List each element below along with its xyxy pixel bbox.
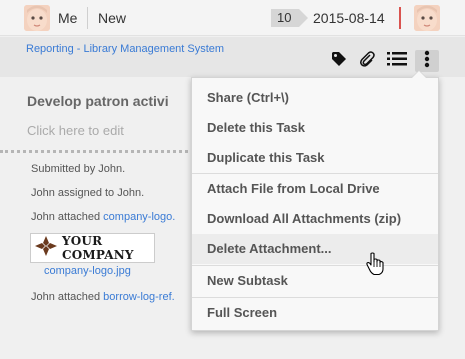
- activity-text: John attached: [31, 211, 104, 223]
- user-avatar[interactable]: [24, 5, 50, 31]
- more-options-menu: Share (Ctrl+\) Delete this Task Duplicat…: [191, 70, 439, 331]
- count-badge: 10: [271, 9, 310, 27]
- activity-assigned: John assigned to John.: [31, 187, 145, 199]
- attachment-link[interactable]: company-logo.: [103, 211, 175, 223]
- menu-item-new-subtask[interactable]: New Subtask: [192, 266, 438, 296]
- description-placeholder[interactable]: Click here to edit: [27, 123, 124, 138]
- activity-submitted: Submitted by John.: [31, 163, 126, 175]
- activity-attached-2: John attached borrow-log-ref.: [31, 291, 175, 303]
- divider: [87, 7, 88, 29]
- paperclip-icon: [358, 50, 376, 73]
- tag-button[interactable]: [327, 50, 351, 72]
- assignee-avatar[interactable]: [414, 5, 440, 31]
- attachment-thumbnail[interactable]: YOUR COMPANY: [30, 233, 155, 263]
- attachment-filename[interactable]: company-logo.jpg: [44, 265, 131, 277]
- breadcrumb[interactable]: Reporting - Library Management System: [26, 43, 224, 55]
- me-label[interactable]: Me: [58, 10, 77, 26]
- menu-item-delete-attachment[interactable]: Delete Attachment...: [192, 234, 438, 264]
- menu-item-full-screen[interactable]: Full Screen: [192, 298, 438, 328]
- tag-icon: [331, 51, 347, 72]
- dotted-separator: [0, 150, 200, 153]
- activity-attached: John attached company-logo.: [31, 211, 175, 223]
- attachment-link[interactable]: borrow-log-ref.: [103, 291, 175, 303]
- menu-item-share[interactable]: Share (Ctrl+\): [192, 83, 438, 113]
- menu-item-download-attachments[interactable]: Download All Attachments (zip): [192, 204, 438, 234]
- top-bar: Me New 10 2015-08-14: [0, 0, 465, 36]
- menu-item-duplicate-task[interactable]: Duplicate this Task: [192, 143, 438, 173]
- checklist-button[interactable]: [385, 50, 409, 72]
- menu-item-attach-file[interactable]: Attach File from Local Drive: [192, 174, 438, 204]
- list-icon: [387, 51, 407, 72]
- task-title[interactable]: Develop patron activi: [27, 93, 169, 109]
- status-label[interactable]: New: [98, 10, 126, 26]
- menu-item-delete-task[interactable]: Delete this Task: [192, 113, 438, 143]
- hand-cursor-icon: [366, 252, 386, 281]
- company-logo-icon: [35, 235, 57, 261]
- logo-text: YOUR COMPANY: [62, 234, 134, 262]
- more-options-button[interactable]: [415, 50, 439, 72]
- due-date[interactable]: 2015-08-14: [313, 10, 385, 26]
- accent-divider: [399, 7, 401, 29]
- activity-text: John attached: [31, 291, 104, 303]
- attach-button[interactable]: [355, 50, 379, 72]
